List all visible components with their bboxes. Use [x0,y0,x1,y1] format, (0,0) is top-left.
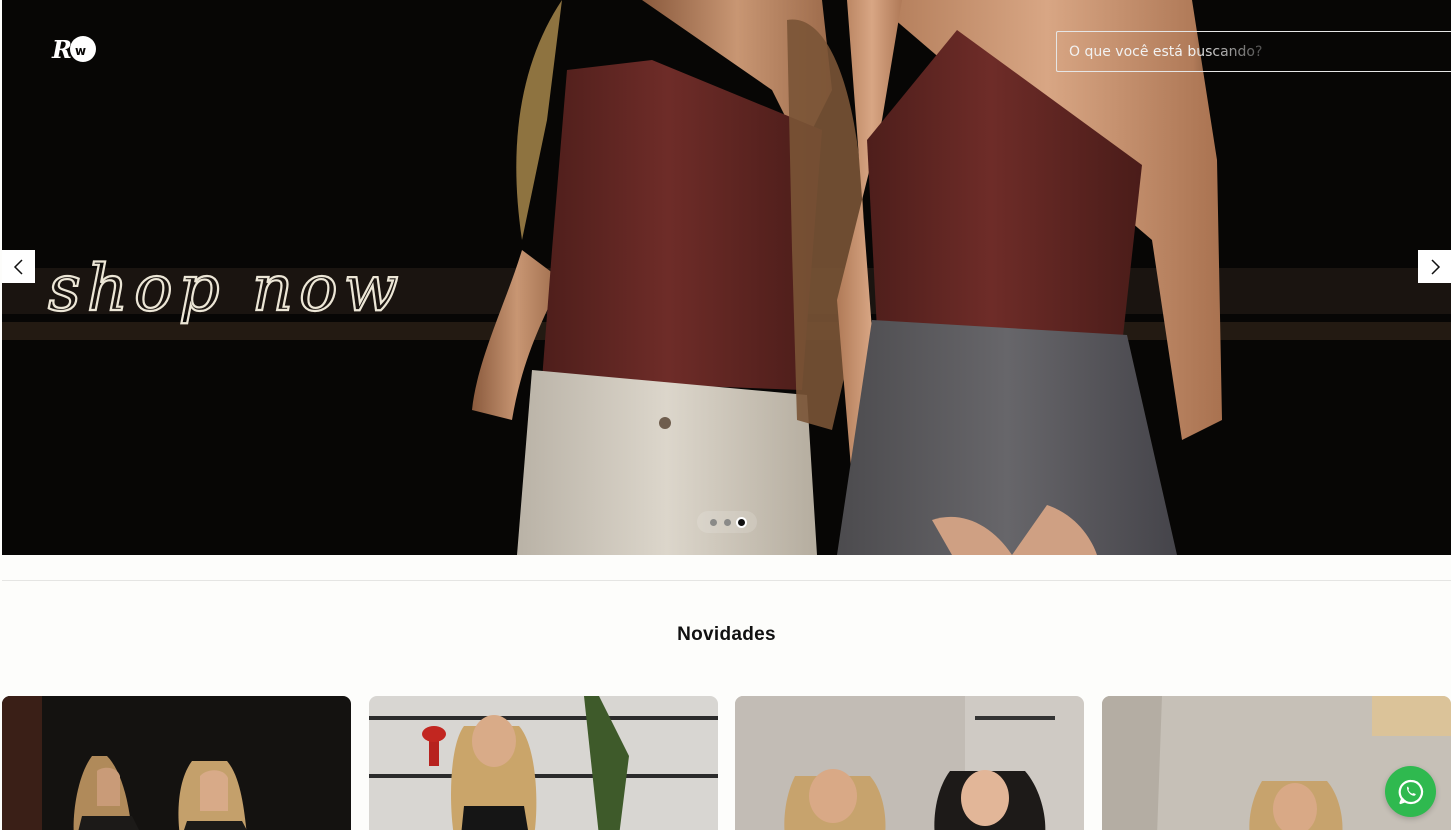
search-input[interactable] [1057,32,1451,71]
product-photo-1 [2,696,351,830]
hero-banner[interactable]: R w shop now [2,0,1451,555]
slider-pagination [697,511,757,533]
slider-dot-3[interactable] [737,518,745,526]
section-title: Novidades [677,624,776,645]
product-card-2[interactable] [369,696,718,830]
whatsapp-button[interactable] [1385,766,1436,817]
search-box[interactable] [1056,31,1451,72]
chevron-left-icon [13,258,23,275]
svg-text:w: w [75,44,86,58]
brand-logo[interactable]: R w [50,32,98,66]
product-carousel [2,696,1451,830]
section-divider [2,580,1451,581]
product-photo-3 [735,696,1084,830]
svg-text:R: R [51,35,72,64]
slider-dot-2[interactable] [723,518,731,526]
whatsapp-icon [1398,779,1423,804]
product-card-3[interactable] [735,696,1084,830]
chevron-right-icon [1430,258,1440,275]
slider-dot-1[interactable] [709,518,717,526]
page: R w shop now Novid [0,0,1451,830]
product-card-1[interactable] [2,696,351,830]
product-photo-2 [369,696,718,830]
slider-next-button[interactable] [1418,250,1451,283]
hero-tagline: shop now [47,251,404,327]
hero-tagline-text: shop now [48,252,404,326]
slider-prev-button[interactable] [2,250,35,283]
